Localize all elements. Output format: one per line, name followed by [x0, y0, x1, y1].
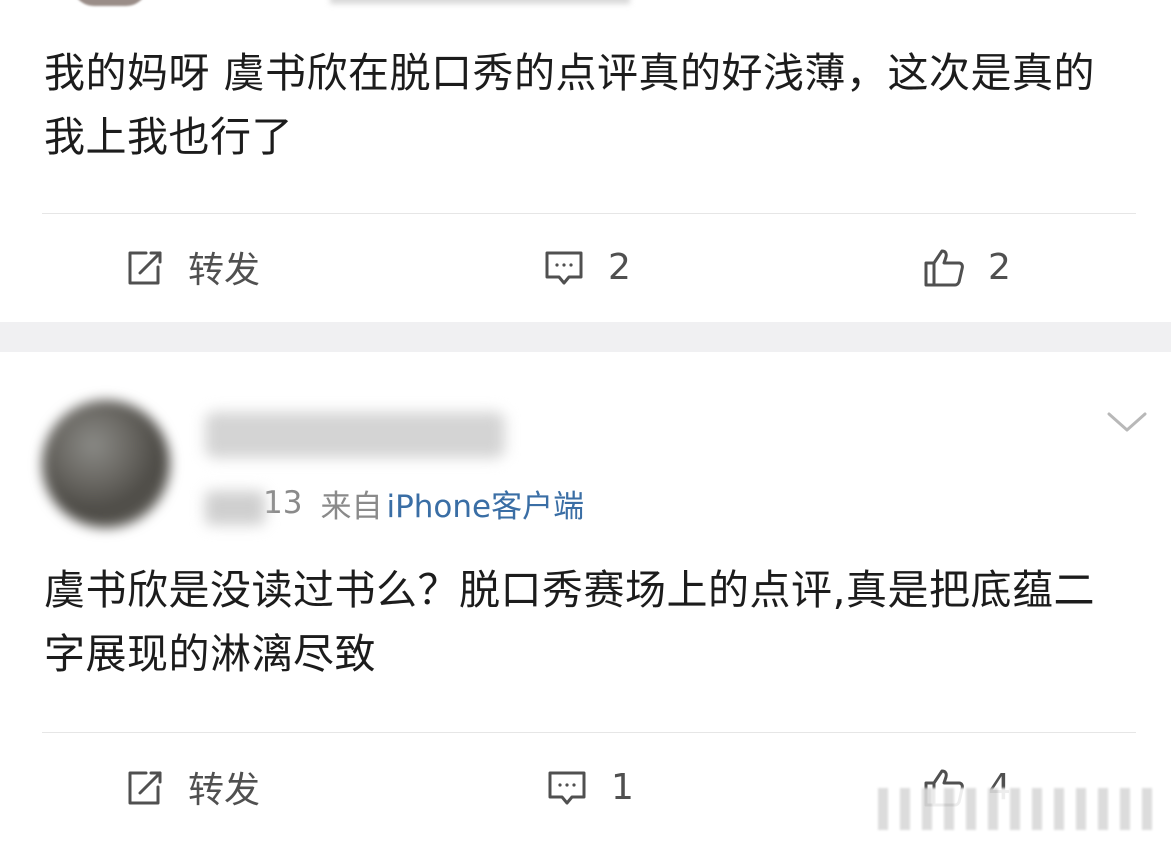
repost-label: 转发 — [188, 250, 261, 291]
watermark — [878, 788, 1160, 830]
repost-button[interactable]: 转发 — [122, 232, 260, 302]
comment-count: 2 — [608, 246, 631, 288]
comment-icon — [545, 765, 589, 809]
comment-text: 虞书欣是没读过书么？脱口秀赛场上的点评,真是把底蕴二字展现的淋漓尽致 — [44, 566, 1096, 678]
comment-card: 我的妈呀 虞书欣在脱口秀的点评真的好浅薄，这次是真的我上我也行了 转发 2 2 — [0, 0, 1171, 322]
repost-label: 转发 — [188, 770, 261, 811]
time-blurred — [205, 491, 265, 525]
source-prefix: 来自 — [320, 488, 383, 525]
username-blurred[interactable] — [205, 412, 505, 458]
post-meta: 13 来自 iPhone客户端 — [205, 480, 584, 526]
comment-text: 我的妈呀 虞书欣在脱口秀的点评真的好浅薄，这次是真的我上我也行了 — [44, 49, 1096, 161]
post-time-text: 13 — [263, 485, 303, 521]
comment-icon — [542, 245, 586, 289]
repost-button[interactable]: 转发 — [122, 752, 260, 822]
divider — [42, 213, 1136, 214]
repost-icon — [122, 245, 166, 289]
like-count: 2 — [988, 246, 1011, 288]
card-separator — [0, 322, 1171, 352]
source-client-link[interactable]: iPhone客户端 — [386, 481, 584, 526]
avatar[interactable] — [72, 0, 148, 6]
divider — [42, 732, 1136, 733]
thumbs-up-icon — [922, 245, 966, 289]
comment-button[interactable]: 2 — [542, 232, 631, 302]
like-button[interactable]: 2 — [922, 232, 1011, 302]
chevron-down-icon — [1107, 412, 1147, 432]
comment-count: 1 — [611, 766, 634, 808]
more-options-button[interactable] — [1105, 406, 1149, 436]
post-time: 13 — [205, 485, 303, 525]
repost-icon — [122, 765, 166, 809]
comment-button[interactable]: 1 — [545, 752, 634, 822]
username-blurred — [330, 0, 630, 4]
action-bar: 转发 2 2 — [0, 232, 1171, 302]
comment-card: 13 来自 iPhone客户端 虞书欣是没读过书么？脱口秀赛场上的点评,真是把底… — [0, 352, 1171, 844]
avatar[interactable] — [42, 400, 170, 528]
